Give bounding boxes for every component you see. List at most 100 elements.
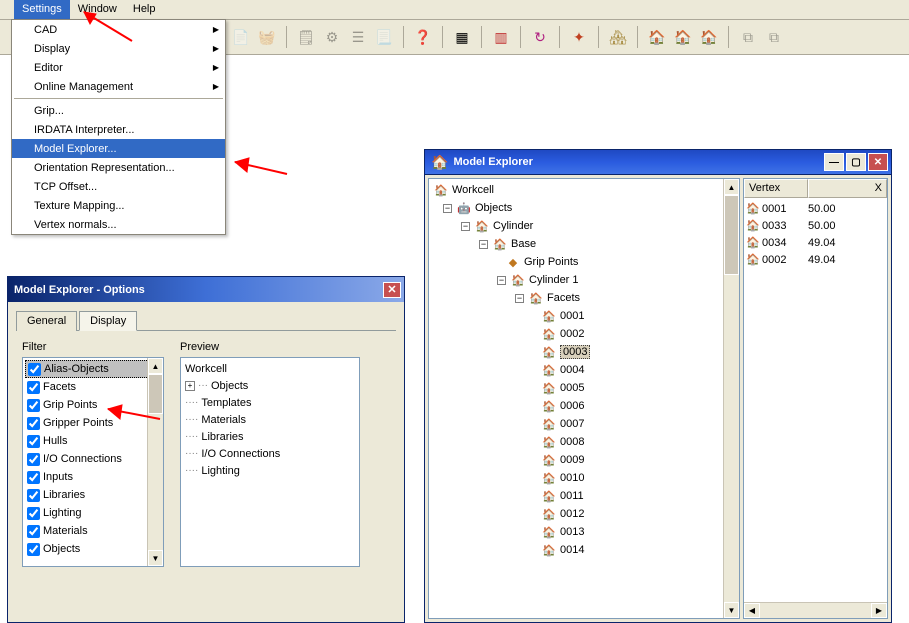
- tb-btn-3[interactable]: 🗒: [295, 26, 317, 48]
- vertex-hscroll[interactable]: ◀ ▶: [744, 602, 887, 618]
- scroll-up-button[interactable]: ▲: [148, 358, 163, 374]
- filter-item[interactable]: Facets: [25, 378, 161, 396]
- tree-facet-item[interactable]: 🏠0002: [433, 325, 737, 343]
- tree-facets[interactable]: − 🏠 Facets: [433, 289, 737, 307]
- tb-btn-9[interactable]: ↻: [529, 26, 551, 48]
- tab-general[interactable]: General: [16, 311, 77, 331]
- tree-facet-item[interactable]: 🏠0008: [433, 433, 737, 451]
- tree-facet-item[interactable]: 🏠0006: [433, 397, 737, 415]
- tree-facet-item[interactable]: 🏠0010: [433, 469, 737, 487]
- vertex-row[interactable]: 🏠003350.00: [746, 217, 885, 234]
- filter-listbox[interactable]: Alias-ObjectsFacetsGrip PointsGripper Po…: [22, 357, 164, 567]
- filter-checkbox[interactable]: [27, 381, 40, 394]
- tree-grip-points[interactable]: ◆ Grip Points: [433, 253, 737, 271]
- filter-checkbox[interactable]: [27, 543, 40, 556]
- menuitem-editor[interactable]: Editor: [12, 58, 225, 77]
- filter-checkbox[interactable]: [27, 453, 40, 466]
- tree-workcell[interactable]: 🏠 Workcell: [433, 181, 737, 199]
- collapse-icon[interactable]: −: [497, 276, 506, 285]
- menuitem-online-management[interactable]: Online Management: [12, 77, 225, 96]
- menu-window[interactable]: Window: [70, 0, 125, 19]
- tree-objects[interactable]: − 🤖 Objects: [433, 199, 737, 217]
- tree-facet-item[interactable]: 🏠0014: [433, 541, 737, 559]
- model-explorer-titlebar[interactable]: 🏠 Model Explorer — ▢ ✕: [425, 150, 891, 175]
- tb-btn-12[interactable]: 🏠: [646, 26, 668, 48]
- filter-item[interactable]: Grip Points: [25, 396, 161, 414]
- filter-item[interactable]: Alias-Objects: [25, 360, 161, 378]
- menu-settings[interactable]: Settings: [14, 0, 70, 19]
- tb-btn-4[interactable]: ⚙: [321, 26, 343, 48]
- preview-lighting[interactable]: ····Lighting: [185, 462, 355, 479]
- preview-workcell[interactable]: Workcell: [185, 360, 355, 377]
- preview-listbox[interactable]: Workcell + ··· Objects ····Templates ···…: [180, 357, 360, 567]
- menuitem-model-explorer[interactable]: Model Explorer...: [12, 139, 225, 158]
- collapse-icon[interactable]: −: [443, 204, 452, 213]
- tree-facet-item[interactable]: 🏠0004: [433, 361, 737, 379]
- filter-item[interactable]: Lighting: [25, 504, 161, 522]
- menuitem-texture-mapping[interactable]: Texture Mapping...: [12, 196, 225, 215]
- filter-checkbox[interactable]: [27, 471, 40, 484]
- vertex-row[interactable]: 🏠003449.04: [746, 234, 885, 251]
- tb-btn-15[interactable]: ⧉: [737, 26, 759, 48]
- maximize-button[interactable]: ▢: [846, 153, 866, 171]
- options-titlebar[interactable]: Model Explorer - Options ✕: [8, 277, 404, 302]
- collapse-icon[interactable]: −: [479, 240, 488, 249]
- minimize-button[interactable]: —: [824, 153, 844, 171]
- tree-facet-item[interactable]: 🏠0003: [433, 343, 737, 361]
- filter-checkbox[interactable]: [27, 399, 40, 412]
- filter-item[interactable]: Materials: [25, 522, 161, 540]
- scroll-down-button[interactable]: ▼: [148, 550, 163, 566]
- filter-checkbox[interactable]: [27, 435, 40, 448]
- tb-help[interactable]: ❓: [412, 26, 434, 48]
- tree-facet-item[interactable]: 🏠0013: [433, 523, 737, 541]
- tb-btn-14[interactable]: 🏠: [698, 26, 720, 48]
- tree-cylinder[interactable]: − 🏠 Cylinder: [433, 217, 737, 235]
- menu-help[interactable]: Help: [125, 0, 164, 19]
- tb-btn-10[interactable]: ✦: [568, 26, 590, 48]
- tree-facet-item[interactable]: 🏠0009: [433, 451, 737, 469]
- tree-scrollbar[interactable]: ▲ ▼: [723, 179, 739, 618]
- preview-io[interactable]: ····I/O Connections: [185, 445, 355, 462]
- tb-btn-5[interactable]: ☰: [347, 26, 369, 48]
- menuitem-display[interactable]: Display: [12, 39, 225, 58]
- tb-btn-1[interactable]: 📄: [230, 26, 252, 48]
- tb-btn-16[interactable]: ⧉: [763, 26, 785, 48]
- filter-checkbox[interactable]: [28, 363, 41, 376]
- tb-btn-2[interactable]: 🧺: [256, 26, 278, 48]
- tab-display[interactable]: Display: [79, 311, 137, 331]
- menuitem-orientation[interactable]: Orientation Representation...: [12, 158, 225, 177]
- filter-item[interactable]: I/O Connections: [25, 450, 161, 468]
- close-button[interactable]: ✕: [868, 153, 888, 171]
- scroll-thumb[interactable]: [724, 195, 739, 275]
- menuitem-grip[interactable]: Grip...: [12, 101, 225, 120]
- tb-btn-6[interactable]: 📃: [373, 26, 395, 48]
- filter-item[interactable]: Libraries: [25, 486, 161, 504]
- scroll-down-button[interactable]: ▼: [724, 602, 739, 618]
- collapse-icon[interactable]: −: [461, 222, 470, 231]
- tb-btn-7[interactable]: ▦: [451, 26, 473, 48]
- filter-item[interactable]: Hulls: [25, 432, 161, 450]
- preview-libraries[interactable]: ····Libraries: [185, 428, 355, 445]
- col-vertex[interactable]: Vertex: [744, 179, 808, 198]
- filter-checkbox[interactable]: [27, 525, 40, 538]
- tree-facet-item[interactable]: 🏠0005: [433, 379, 737, 397]
- scroll-right-button[interactable]: ▶: [871, 603, 887, 618]
- preview-objects[interactable]: + ··· Objects: [185, 377, 355, 394]
- tb-btn-13[interactable]: 🏠: [672, 26, 694, 48]
- close-button[interactable]: ✕: [383, 282, 401, 298]
- vertex-row[interactable]: 🏠000150.00: [746, 200, 885, 217]
- filter-item[interactable]: Inputs: [25, 468, 161, 486]
- filter-checkbox[interactable]: [27, 489, 40, 502]
- expand-icon[interactable]: +: [185, 381, 195, 391]
- model-tree[interactable]: 🏠 Workcell − 🤖 Objects − 🏠 Cylinder: [428, 178, 740, 619]
- vertex-row[interactable]: 🏠000249.04: [746, 251, 885, 268]
- scroll-thumb[interactable]: [148, 374, 163, 414]
- tree-facet-item[interactable]: 🏠0007: [433, 415, 737, 433]
- vertex-list[interactable]: Vertex X 🏠000150.00🏠003350.00🏠003449.04🏠…: [743, 178, 888, 619]
- filter-item[interactable]: Gripper Points: [25, 414, 161, 432]
- tree-cylinder-1[interactable]: − 🏠 Cylinder 1: [433, 271, 737, 289]
- collapse-icon[interactable]: −: [515, 294, 524, 303]
- tree-facet-item[interactable]: 🏠0001: [433, 307, 737, 325]
- menuitem-cad[interactable]: CAD: [12, 20, 225, 39]
- filter-scrollbar[interactable]: ▲ ▼: [147, 358, 163, 566]
